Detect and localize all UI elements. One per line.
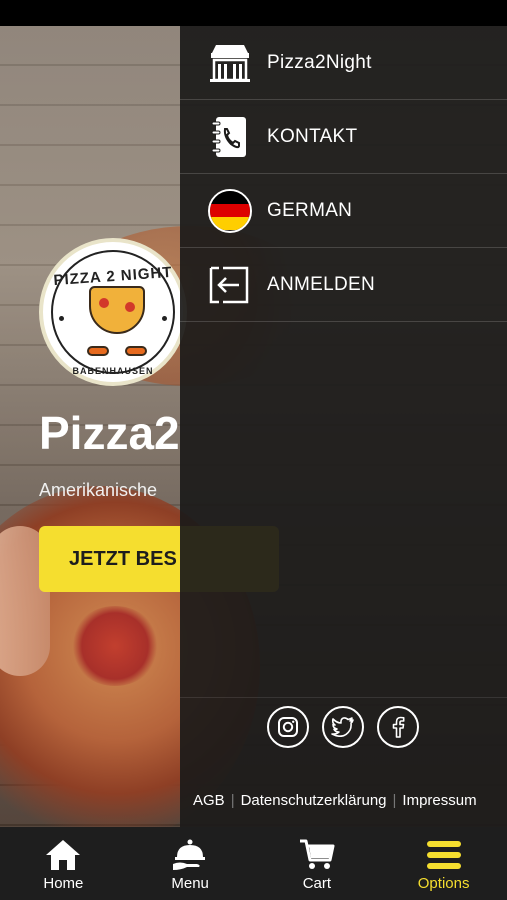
logo-dot	[162, 316, 167, 321]
drawer-item-label: ANMELDEN	[267, 273, 375, 295]
pepperoni-image	[70, 606, 160, 686]
footer-links: AGB | Datenschutzerklärung | Impressum	[193, 792, 477, 809]
drawer-item-pizza2night[interactable]: Pizza2Night	[180, 26, 507, 100]
drawer-item-german[interactable]: GERMAN	[180, 174, 507, 248]
social-links	[267, 706, 419, 748]
restaurant-logo: PIZZA 2 NIGHT BABENHAUSEN	[39, 238, 187, 386]
nav-cart[interactable]: Cart	[254, 827, 381, 900]
logo-bottom-text: BABENHAUSEN	[72, 366, 154, 376]
nav-label: Cart	[302, 875, 332, 892]
drawer-item-label: Pizza2Night	[267, 51, 372, 73]
twitter-icon[interactable]	[322, 706, 364, 748]
link-separator: |	[230, 792, 235, 809]
drawer-item-anmelden[interactable]: ANMELDEN	[180, 248, 507, 322]
germany-flag-icon	[208, 188, 252, 233]
link-separator: |	[392, 792, 397, 809]
cart-icon	[297, 837, 337, 873]
agb-link[interactable]: AGB	[193, 792, 225, 809]
facebook-icon[interactable]	[377, 706, 419, 748]
status-bar	[0, 0, 507, 26]
nav-label: Menu	[171, 875, 209, 892]
drawer-item-label: GERMAN	[267, 199, 353, 221]
nav-label: Home	[43, 875, 84, 892]
drawer-item-label: KONTAKT	[267, 125, 358, 147]
food-tray-icon	[170, 837, 210, 873]
side-drawer: Pizza2Night KONTAKT GERMAN ANMELDEN AGB …	[180, 26, 507, 827]
drawer-item-kontakt[interactable]: KONTAKT	[180, 100, 507, 174]
instagram-icon[interactable]	[267, 706, 309, 748]
login-icon	[208, 263, 252, 307]
hero-subtitle: Amerikanische	[39, 480, 158, 500]
mascot-legs	[87, 334, 147, 356]
nav-home[interactable]: Home	[0, 827, 127, 900]
logo-dot	[59, 316, 64, 321]
contact-book-icon	[208, 115, 252, 159]
drawer-divider	[180, 697, 507, 698]
hero-title: Pizza2	[39, 407, 180, 459]
nav-options[interactable]: Options	[380, 827, 507, 900]
hamburger-menu-icon	[424, 837, 464, 873]
nav-menu[interactable]: Menu	[127, 827, 254, 900]
imprint-link[interactable]: Impressum	[402, 792, 476, 809]
nav-label: Options	[417, 875, 470, 892]
home-icon	[43, 837, 83, 873]
store-icon	[208, 41, 252, 85]
bottom-navigation: Home Menu Cart Options	[0, 827, 507, 900]
privacy-link[interactable]: Datenschutzerklärung	[241, 792, 387, 809]
